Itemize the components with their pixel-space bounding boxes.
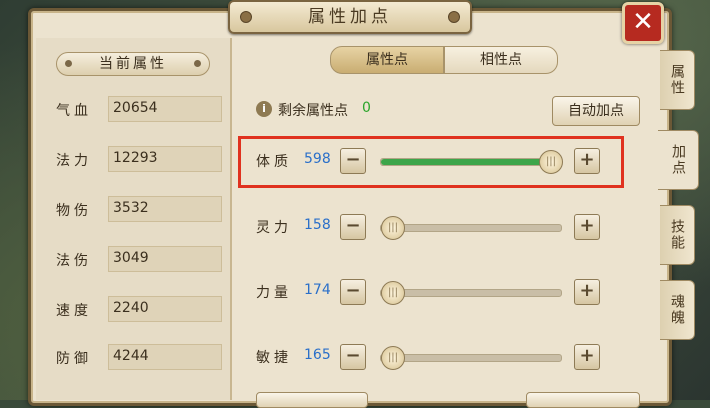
attribute-slider-track[interactable]: |||	[380, 216, 562, 240]
attribute-row-spirit: 灵力 158 − ||| +	[256, 212, 606, 242]
attribute-slider-track[interactable]: |||	[380, 346, 562, 370]
stat-row-speed: 速度 2240	[54, 296, 224, 322]
stat-value: 12293	[113, 150, 158, 166]
stat-value-box: 4244	[108, 344, 222, 370]
tab-attribute-points[interactable]: 属性点	[330, 46, 444, 74]
stat-row-magic-dmg: 法伤 3049	[54, 246, 224, 272]
window-title: 属性加点	[228, 0, 472, 34]
attribute-label: 力量	[256, 285, 292, 301]
remaining-points-value: 0	[362, 100, 371, 116]
tab-affinity-points[interactable]: 相性点	[444, 46, 558, 74]
auto-allocate-button[interactable]: 自动加点	[552, 96, 640, 126]
attribute-slider-knob[interactable]: |||	[381, 216, 405, 240]
stat-row-mp: 法力 12293	[54, 146, 224, 172]
stat-value: 2240	[113, 300, 149, 316]
increase-button[interactable]: +	[574, 214, 600, 240]
stat-row-defense: 防御 4244	[54, 344, 224, 370]
attribute-value: 158	[304, 217, 331, 233]
stat-label: 法伤	[56, 253, 92, 269]
stat-value-box: 2240	[108, 296, 222, 322]
remaining-points-label: 剩余属性点	[278, 103, 348, 119]
attribute-slider-knob[interactable]: |||	[381, 346, 405, 370]
stat-label: 法力	[56, 153, 92, 169]
side-tab-soul[interactable]: 魂魄	[660, 280, 695, 340]
stat-value: 3049	[113, 250, 149, 266]
increase-button[interactable]: +	[574, 344, 600, 370]
point-type-tabs: 属性点 相性点	[330, 46, 562, 74]
decrease-button[interactable]: −	[340, 279, 366, 305]
attribute-value: 174	[304, 282, 331, 298]
stat-row-phys-dmg: 物伤 3532	[54, 196, 224, 222]
decrease-button[interactable]: −	[340, 214, 366, 240]
attribute-row-strength: 力量 174 − ||| +	[256, 277, 606, 307]
attribute-label: 灵力	[256, 220, 292, 236]
bottom-button-right[interactable]	[526, 392, 640, 408]
side-tab-attributes[interactable]: 属性	[660, 50, 695, 110]
current-stats-header: 当前属性	[56, 52, 210, 76]
attribute-row-agility: 敏捷 165 − ||| +	[256, 342, 606, 372]
stat-label: 物伤	[56, 203, 92, 219]
increase-button[interactable]: +	[574, 279, 600, 305]
decrease-button[interactable]: −	[340, 344, 366, 370]
stat-value: 4244	[113, 348, 149, 364]
current-stats-pane: 当前属性 气血 20654 法力 12293 物伤 3532 法伤 3049 速…	[36, 38, 232, 400]
stat-value-box: 20654	[108, 96, 222, 122]
stat-value-box: 12293	[108, 146, 222, 172]
attribute-label: 敏捷	[256, 350, 292, 366]
stat-row-hp: 气血 20654	[54, 96, 224, 122]
stat-label: 气血	[56, 103, 92, 119]
close-button[interactable]: ✕	[622, 2, 664, 44]
stat-value: 3532	[113, 200, 149, 216]
stat-label: 速度	[56, 303, 92, 319]
stat-value: 20654	[113, 100, 158, 116]
bottom-button-left[interactable]	[256, 392, 368, 408]
highlight-box	[238, 136, 624, 188]
stat-value-box: 3532	[108, 196, 222, 222]
attribute-slider-knob[interactable]: |||	[381, 281, 405, 305]
stat-value-box: 3049	[108, 246, 222, 272]
side-tab-allocate[interactable]: 加点	[658, 130, 699, 190]
attribute-value: 165	[304, 347, 331, 363]
stat-label: 防御	[56, 351, 92, 367]
attribute-slider-track[interactable]: |||	[380, 281, 562, 305]
side-tab-skills[interactable]: 技能	[660, 205, 695, 265]
info-icon[interactable]: i	[256, 101, 272, 117]
